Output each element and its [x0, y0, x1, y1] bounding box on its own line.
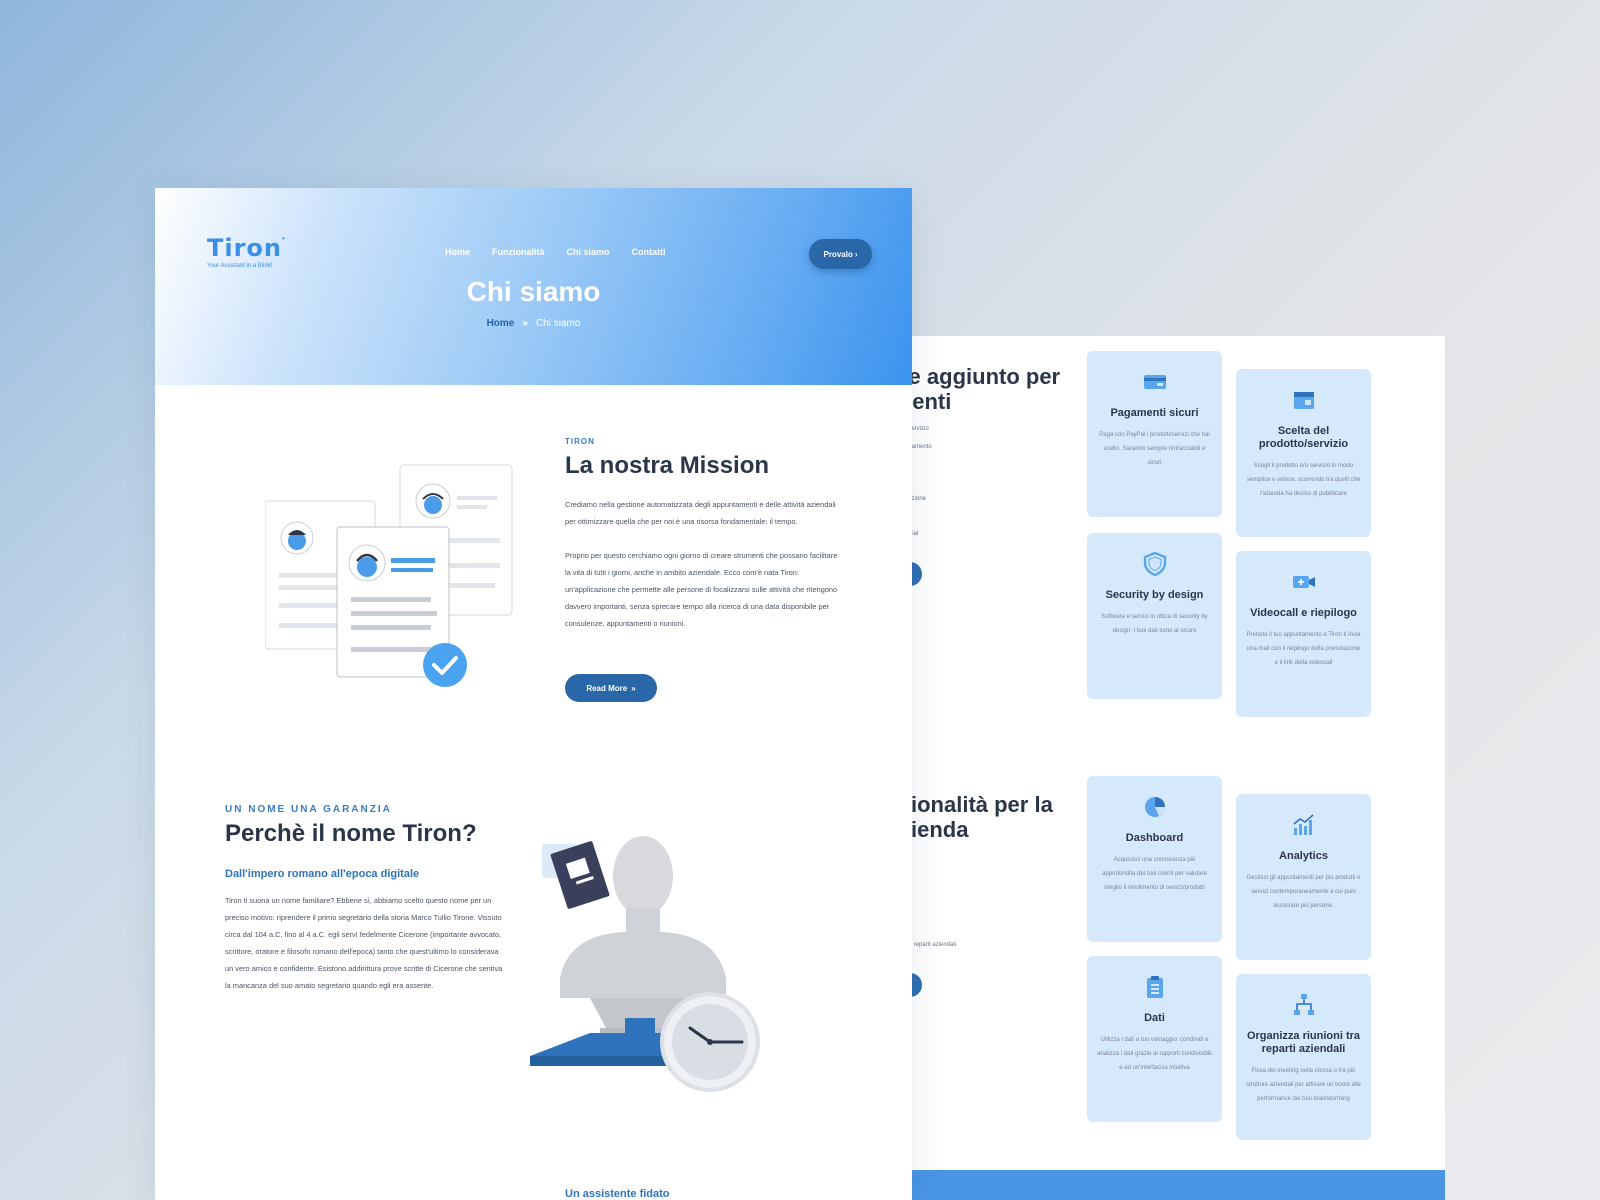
double-chevron-right-icon: » [631, 683, 636, 693]
name-subtitle: Dall'impero romano all'epoca digitale [225, 868, 420, 880]
feature-title: Security by design [1105, 589, 1204, 601]
credit-card-icon [1143, 375, 1166, 389]
feature-desc: Utilizza i dati a tuo vantaggio: condivi… [1097, 1037, 1212, 1071]
feature-title: Pagamenti sicuri [1110, 407, 1199, 419]
mission-title: La nostra Mission [565, 452, 770, 479]
main-nav: Home Funzionalità Chi siamo Contatti [445, 247, 666, 257]
read-more-label: Read More [586, 683, 628, 693]
provalo-button[interactable]: Provalo › [809, 239, 872, 269]
page-title: Chi siamo [466, 276, 601, 307]
pie-chart-icon [1144, 797, 1165, 817]
feature-card-security: Security by design Software e servizi in… [1087, 533, 1222, 699]
hero-header: Tiron• Your Assistant in a Blink! Home F… [155, 188, 912, 385]
logo[interactable]: Tiron• Your Assistant in a Blink! [207, 234, 285, 269]
provalo-label: Provalo [823, 249, 853, 259]
feature-card-riunioni: Organizza riunioni tra reparti aziendali… [1236, 974, 1371, 1140]
feature-card-pagamenti: Pagamenti sicuri Paga con PayPal i prodo… [1087, 351, 1222, 517]
next-section-title: Un assistente fidato [565, 1188, 670, 1200]
breadcrumb-separator-icon: » [522, 318, 528, 329]
logo-name: Tiron [207, 234, 283, 262]
front-page-preview: Tiron• Your Assistant in a Blink! Home F… [155, 188, 912, 1200]
feature-card-dashboard: Dashboard Acquisisci una conoscenza più … [1087, 776, 1222, 942]
chevron-right-icon: › [854, 249, 858, 259]
clients-section-heading: re aggiunto per lienti [900, 364, 1061, 414]
clipboard-icon [1146, 976, 1163, 998]
feature-desc: Software e servizi in ottica di security… [1101, 614, 1208, 634]
read-more-button[interactable]: Read More » [565, 674, 657, 702]
breadcrumb: Home » Chi siamo [155, 318, 912, 329]
bust-clock-illustration [530, 836, 760, 1092]
breadcrumb-current: Chi siamo [535, 318, 581, 329]
feature-card-dati: Dati Utilizza i dati a tuo vantaggio: co… [1087, 956, 1222, 1122]
feature-title: Scelta del prodotto/servizio [1258, 425, 1349, 450]
nav-home[interactable]: Home [445, 247, 470, 257]
documents-illustration [265, 464, 513, 687]
feature-card-analytics: Analytics Gestisci gli appuntamenti per … [1236, 794, 1371, 960]
feature-card-scelta: Scelta del prodotto/servizio Scegli il p… [1236, 369, 1371, 537]
calendar-icon [1293, 392, 1314, 409]
name-eyebrow: UN NOME UNA GARANZIA [225, 804, 392, 815]
feature-title: Dati [1144, 1012, 1165, 1024]
back-page-preview: re aggiunto per lienti tto/servizio punt… [900, 336, 1445, 1200]
feature-title: Analytics [1279, 850, 1328, 862]
mission-eyebrow: TIRON [565, 437, 595, 446]
logo-tagline: Your Assistant in a Blink! [207, 263, 273, 269]
analytics-icon [1292, 814, 1314, 835]
breadcrumb-home[interactable]: Home [487, 318, 515, 329]
nav-contatti[interactable]: Contatti [632, 247, 666, 257]
feature-desc: Prenota il tuo appuntamento e Tiron ti i… [1246, 632, 1361, 666]
feature-card-videocall: Videocall e riepilogo Prenota il tuo app… [1236, 551, 1371, 717]
feature-desc: Scegli il prodotto e/o servizio in modo … [1246, 463, 1361, 497]
shield-icon [1143, 551, 1166, 577]
nav-chi-siamo[interactable]: Chi siamo [567, 247, 610, 257]
feature-title: Dashboard [1125, 832, 1184, 844]
feature-title: Organizza riunioni tra reparti aziendali [1246, 1030, 1361, 1055]
feature-desc: Gestisci gli appuntamenti per più prodot… [1246, 875, 1361, 909]
footer-band [900, 1170, 1445, 1200]
feature-desc: Paga con PayPal i prodotti/servizi che h… [1099, 432, 1210, 466]
mission-paragraph-2: Proprio per questo cerchiamo ogni giorno… [565, 551, 838, 628]
logo-mark-icon: • [282, 234, 285, 243]
name-title: Perchè il nome Tiron? [225, 820, 477, 847]
nav-funzionalita[interactable]: Funzionalità [492, 247, 545, 257]
company-section-heading: zionalità per la zienda [900, 792, 1053, 842]
feature-desc: Acquisisci una conoscenza più approfondi… [1102, 857, 1207, 891]
org-chart-icon [1293, 994, 1314, 1015]
feature-title: Videocall e riepilogo [1250, 607, 1357, 619]
mission-paragraph-1: Crediamo nella gestione automatizzata de… [565, 500, 836, 526]
feature-desc: Fissa dei meeting nella stessa o tra più… [1246, 1068, 1361, 1102]
video-call-icon [1292, 576, 1315, 588]
name-paragraph: Tiron ti suona un nome familiare? Ebbene… [225, 896, 503, 990]
